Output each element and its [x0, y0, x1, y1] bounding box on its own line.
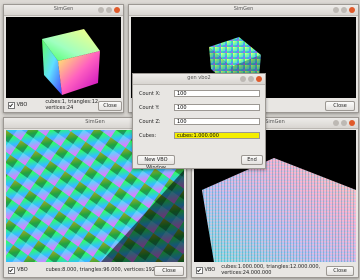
maximize-icon[interactable] [341, 120, 347, 126]
window-single-cube: SimGen VBO cubes:1, triangles:12, vertic… [3, 4, 124, 113]
titlebar[interactable]: SimGen [4, 5, 123, 16]
count-z-label: Count Z: [139, 119, 161, 125]
minimize-icon[interactable] [333, 7, 339, 13]
close-button[interactable]: Close [325, 101, 355, 111]
vbo-label: VBO [16, 102, 28, 108]
minimize-icon[interactable] [240, 76, 246, 82]
count-z-field[interactable]: 100 [174, 118, 260, 125]
close-button[interactable]: Close [98, 101, 122, 111]
gen-vbo-dialog: gen vbo2 Count X: 100 Count Y: 100 Count… [132, 73, 266, 169]
titlebar[interactable]: SimGen [129, 5, 358, 16]
close-button[interactable]: Close [326, 266, 354, 276]
maximize-icon[interactable] [248, 76, 254, 82]
close-icon[interactable] [349, 120, 355, 126]
maximize-icon[interactable] [341, 7, 347, 13]
titlebar[interactable]: gen vbo2 [133, 74, 265, 85]
minimize-icon[interactable] [333, 120, 339, 126]
vbo-checkbox[interactable] [8, 101, 15, 109]
cubes-field: cubes:1.000.000 [174, 132, 260, 139]
gl-canvas[interactable] [6, 17, 121, 98]
window-title: SimGen [233, 6, 254, 12]
close-button[interactable]: Close [154, 266, 184, 276]
stats-text: cubes:8.000, triangles:96.000, vertices:… [45, 267, 167, 273]
cubes-label: Cubes: [139, 133, 157, 139]
vbo-checkbox[interactable] [8, 266, 15, 274]
vbo-label: VBO [204, 267, 216, 273]
count-x-field[interactable]: 100 [174, 90, 260, 97]
end-button[interactable]: End [241, 155, 263, 165]
minimize-icon[interactable] [98, 7, 104, 13]
count-y-label: Count Y: [139, 105, 160, 111]
new-vbo-window-button[interactable]: New VBO Window [137, 155, 175, 168]
rgb-cube-render [42, 29, 100, 95]
count-x-label: Count X: [139, 91, 161, 97]
close-icon[interactable] [256, 76, 262, 82]
close-icon[interactable] [349, 7, 355, 13]
count-y-field[interactable]: 100 [174, 104, 260, 111]
vbo-checkbox[interactable] [196, 266, 203, 274]
maximize-icon[interactable] [106, 7, 112, 13]
vbo-label: VBO [17, 267, 28, 273]
close-icon[interactable] [114, 7, 120, 13]
